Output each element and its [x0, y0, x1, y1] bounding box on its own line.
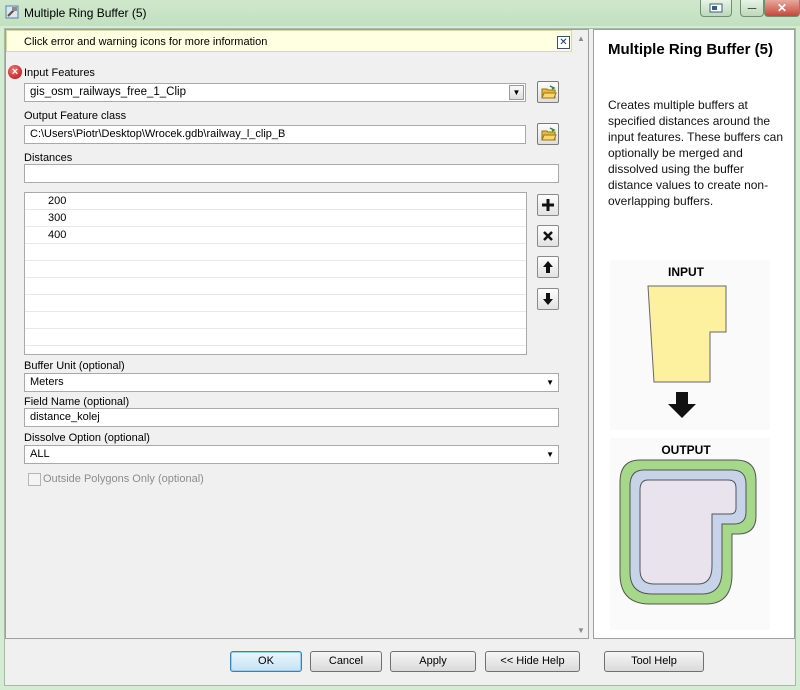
help-pane: Multiple Ring Buffer (5) Creates multipl…	[593, 29, 795, 639]
move-up-button[interactable]	[537, 256, 559, 278]
list-item-empty[interactable]	[25, 261, 526, 278]
vertical-scrollbar[interactable]: ▲ ▼	[573, 30, 588, 638]
output-browse-button[interactable]	[537, 123, 559, 145]
distance-entry-field[interactable]	[24, 164, 559, 183]
list-item-empty[interactable]	[25, 312, 526, 329]
outside-only-checkbox[interactable]	[28, 473, 41, 486]
apply-button[interactable]: Apply	[390, 651, 476, 672]
list-item-empty[interactable]	[25, 329, 526, 346]
info-bar: Click error and warning icons for more i…	[6, 30, 572, 52]
output-class-value: C:\Users\Piotr\Desktop\Wrocek.gdb\railwa…	[30, 128, 286, 140]
input-browse-button[interactable]	[537, 81, 559, 103]
output-class-label: Output Feature class	[24, 110, 127, 122]
add-icon	[542, 199, 554, 211]
close-button[interactable]: ✕	[764, 0, 800, 17]
close-icon: ✕	[776, 1, 788, 15]
list-item[interactable]: 400	[25, 227, 526, 244]
output-label: OUTPUT	[661, 443, 711, 457]
window-title: Multiple Ring Buffer (5)	[24, 6, 147, 20]
list-item[interactable]: 200	[25, 193, 526, 210]
list-item-empty[interactable]	[25, 244, 526, 261]
help-icon	[709, 3, 723, 13]
info-close-button[interactable]: ✕	[557, 36, 570, 49]
buffer-illustration: INPUT OUTPUT	[610, 260, 770, 630]
scroll-up-icon[interactable]: ▲	[573, 32, 588, 46]
help-description: Creates multiple buffers at specified di…	[608, 98, 784, 208]
list-item-empty[interactable]	[25, 278, 526, 295]
remove-distance-button[interactable]	[537, 225, 559, 247]
help-title: Multiple Ring Buffer (5)	[608, 41, 773, 58]
dissolve-label: Dissolve Option (optional)	[24, 432, 150, 444]
input-features-value: gis_osm_railways_free_1_Clip	[30, 86, 186, 98]
scroll-down-icon[interactable]: ▼	[573, 624, 588, 638]
field-name-label: Field Name (optional)	[24, 396, 130, 408]
dissolve-value: ALL	[30, 448, 50, 460]
chevron-down-icon[interactable]: ▼	[509, 85, 524, 100]
input-features-label: Input Features	[24, 67, 95, 79]
folder-open-icon	[541, 85, 557, 99]
buffer-unit-select[interactable]: Meters ▼	[24, 373, 559, 392]
list-item[interactable]: 300	[25, 210, 526, 227]
help-mode-button[interactable]	[700, 0, 732, 17]
distances-list[interactable]: 200 300 400	[24, 192, 527, 355]
move-down-button[interactable]	[537, 288, 559, 310]
cancel-button[interactable]: Cancel	[310, 651, 382, 672]
minimize-icon: ─	[747, 1, 757, 15]
move-down-icon	[543, 293, 553, 305]
field-name-value: distance_kolej	[30, 411, 100, 423]
outside-only-label: Outside Polygons Only (optional)	[43, 473, 204, 485]
move-up-icon	[543, 261, 553, 273]
dissolve-select[interactable]: ALL ▼	[24, 445, 559, 464]
hide-help-button[interactable]: << Hide Help	[485, 651, 580, 672]
hammer-tool-icon	[5, 5, 19, 19]
ok-button[interactable]: OK	[230, 651, 302, 672]
buffer-unit-value: Meters	[30, 376, 64, 388]
folder-open-icon	[541, 127, 557, 141]
error-icon[interactable]: ×	[8, 65, 22, 79]
chevron-down-icon[interactable]: ▼	[546, 450, 554, 459]
output-class-field[interactable]: C:\Users\Piotr\Desktop\Wrocek.gdb\railwa…	[24, 125, 526, 144]
title-bar: Multiple Ring Buffer (5) ─ ✕	[0, 0, 800, 26]
parameters-pane: Click error and warning icons for more i…	[5, 29, 589, 639]
add-distance-button[interactable]	[537, 194, 559, 216]
input-features-combo[interactable]: gis_osm_railways_free_1_Clip ▼	[24, 83, 526, 102]
distances-label: Distances	[24, 152, 73, 164]
minimize-button[interactable]: ─	[740, 0, 764, 17]
field-name-input[interactable]: distance_kolej	[24, 408, 559, 427]
info-text: Click error and warning icons for more i…	[24, 36, 268, 48]
tool-help-button[interactable]: Tool Help	[604, 651, 704, 672]
remove-icon	[543, 231, 553, 241]
buffer-unit-label: Buffer Unit (optional)	[24, 360, 125, 372]
list-item-empty[interactable]	[25, 295, 526, 312]
dialog-client: Click error and warning icons for more i…	[4, 28, 796, 686]
input-label: INPUT	[668, 265, 705, 279]
chevron-down-icon[interactable]: ▼	[546, 378, 554, 387]
